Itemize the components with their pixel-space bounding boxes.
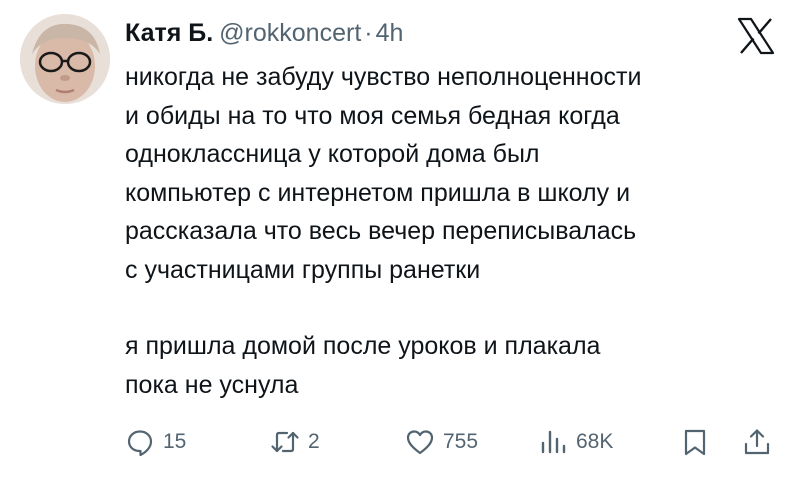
x-logo-icon bbox=[736, 16, 776, 56]
tweet-line: никогда не забуду чувство неполноценност… bbox=[125, 63, 642, 91]
tweet-header: Катя Б. @rokkoncert · 4h bbox=[125, 18, 403, 48]
action-bar: 15 2 755 68K bbox=[0, 420, 800, 464]
like-button[interactable]: 755 bbox=[405, 420, 478, 464]
share-button[interactable] bbox=[742, 420, 772, 464]
tweet-line: компьютер с интернетом пришла в школу и bbox=[125, 178, 631, 207]
avatar-photo bbox=[20, 14, 110, 104]
tweet-paragraph-1: никогда не забуду чувство неполноценност… bbox=[125, 58, 785, 289]
like-count: 755 bbox=[443, 430, 479, 453]
bookmark-button[interactable] bbox=[680, 420, 710, 464]
tweet-line: и обиды на то что моя семья бедная когда bbox=[125, 101, 620, 130]
reply-button[interactable]: 15 bbox=[125, 420, 186, 464]
retweet-button[interactable]: 2 bbox=[270, 420, 320, 464]
reply-count: 15 bbox=[163, 430, 187, 453]
views-count: 68K bbox=[576, 430, 614, 453]
tweet-line: с участницами группы ранетки bbox=[125, 255, 481, 284]
retweet-count: 2 bbox=[308, 430, 320, 453]
heart-icon bbox=[405, 427, 435, 457]
share-icon bbox=[742, 427, 772, 457]
views-icon bbox=[538, 427, 568, 457]
tweet-card: Катя Б. @rokkoncert · 4h никогда не забуду … bbox=[0, 0, 800, 477]
author-handle[interactable]: @rokkoncert bbox=[219, 19, 361, 47]
avatar[interactable] bbox=[20, 14, 110, 104]
author-name[interactable]: Катя Б. bbox=[125, 19, 213, 47]
tweet-line: я пришла домой после уроков и плакала bbox=[125, 332, 601, 360]
tweet-line: рассказала что весь вечер переписывалась bbox=[125, 217, 637, 245]
views-button[interactable]: 68K bbox=[538, 420, 613, 464]
tweet-time[interactable]: 4h bbox=[376, 19, 404, 47]
tweet-line: пока не уснула bbox=[125, 370, 299, 399]
tweet-paragraph-2: я пришла домой после уроков и плакала по… bbox=[125, 327, 785, 404]
tweet-text: никогда не забуду чувство неполноценност… bbox=[125, 58, 785, 404]
separator-dot: · bbox=[364, 19, 373, 47]
bookmark-icon bbox=[680, 427, 710, 457]
retweet-icon bbox=[270, 427, 300, 457]
reply-icon bbox=[125, 427, 155, 457]
tweet-line: одноклассница у которой дома был bbox=[125, 140, 540, 168]
